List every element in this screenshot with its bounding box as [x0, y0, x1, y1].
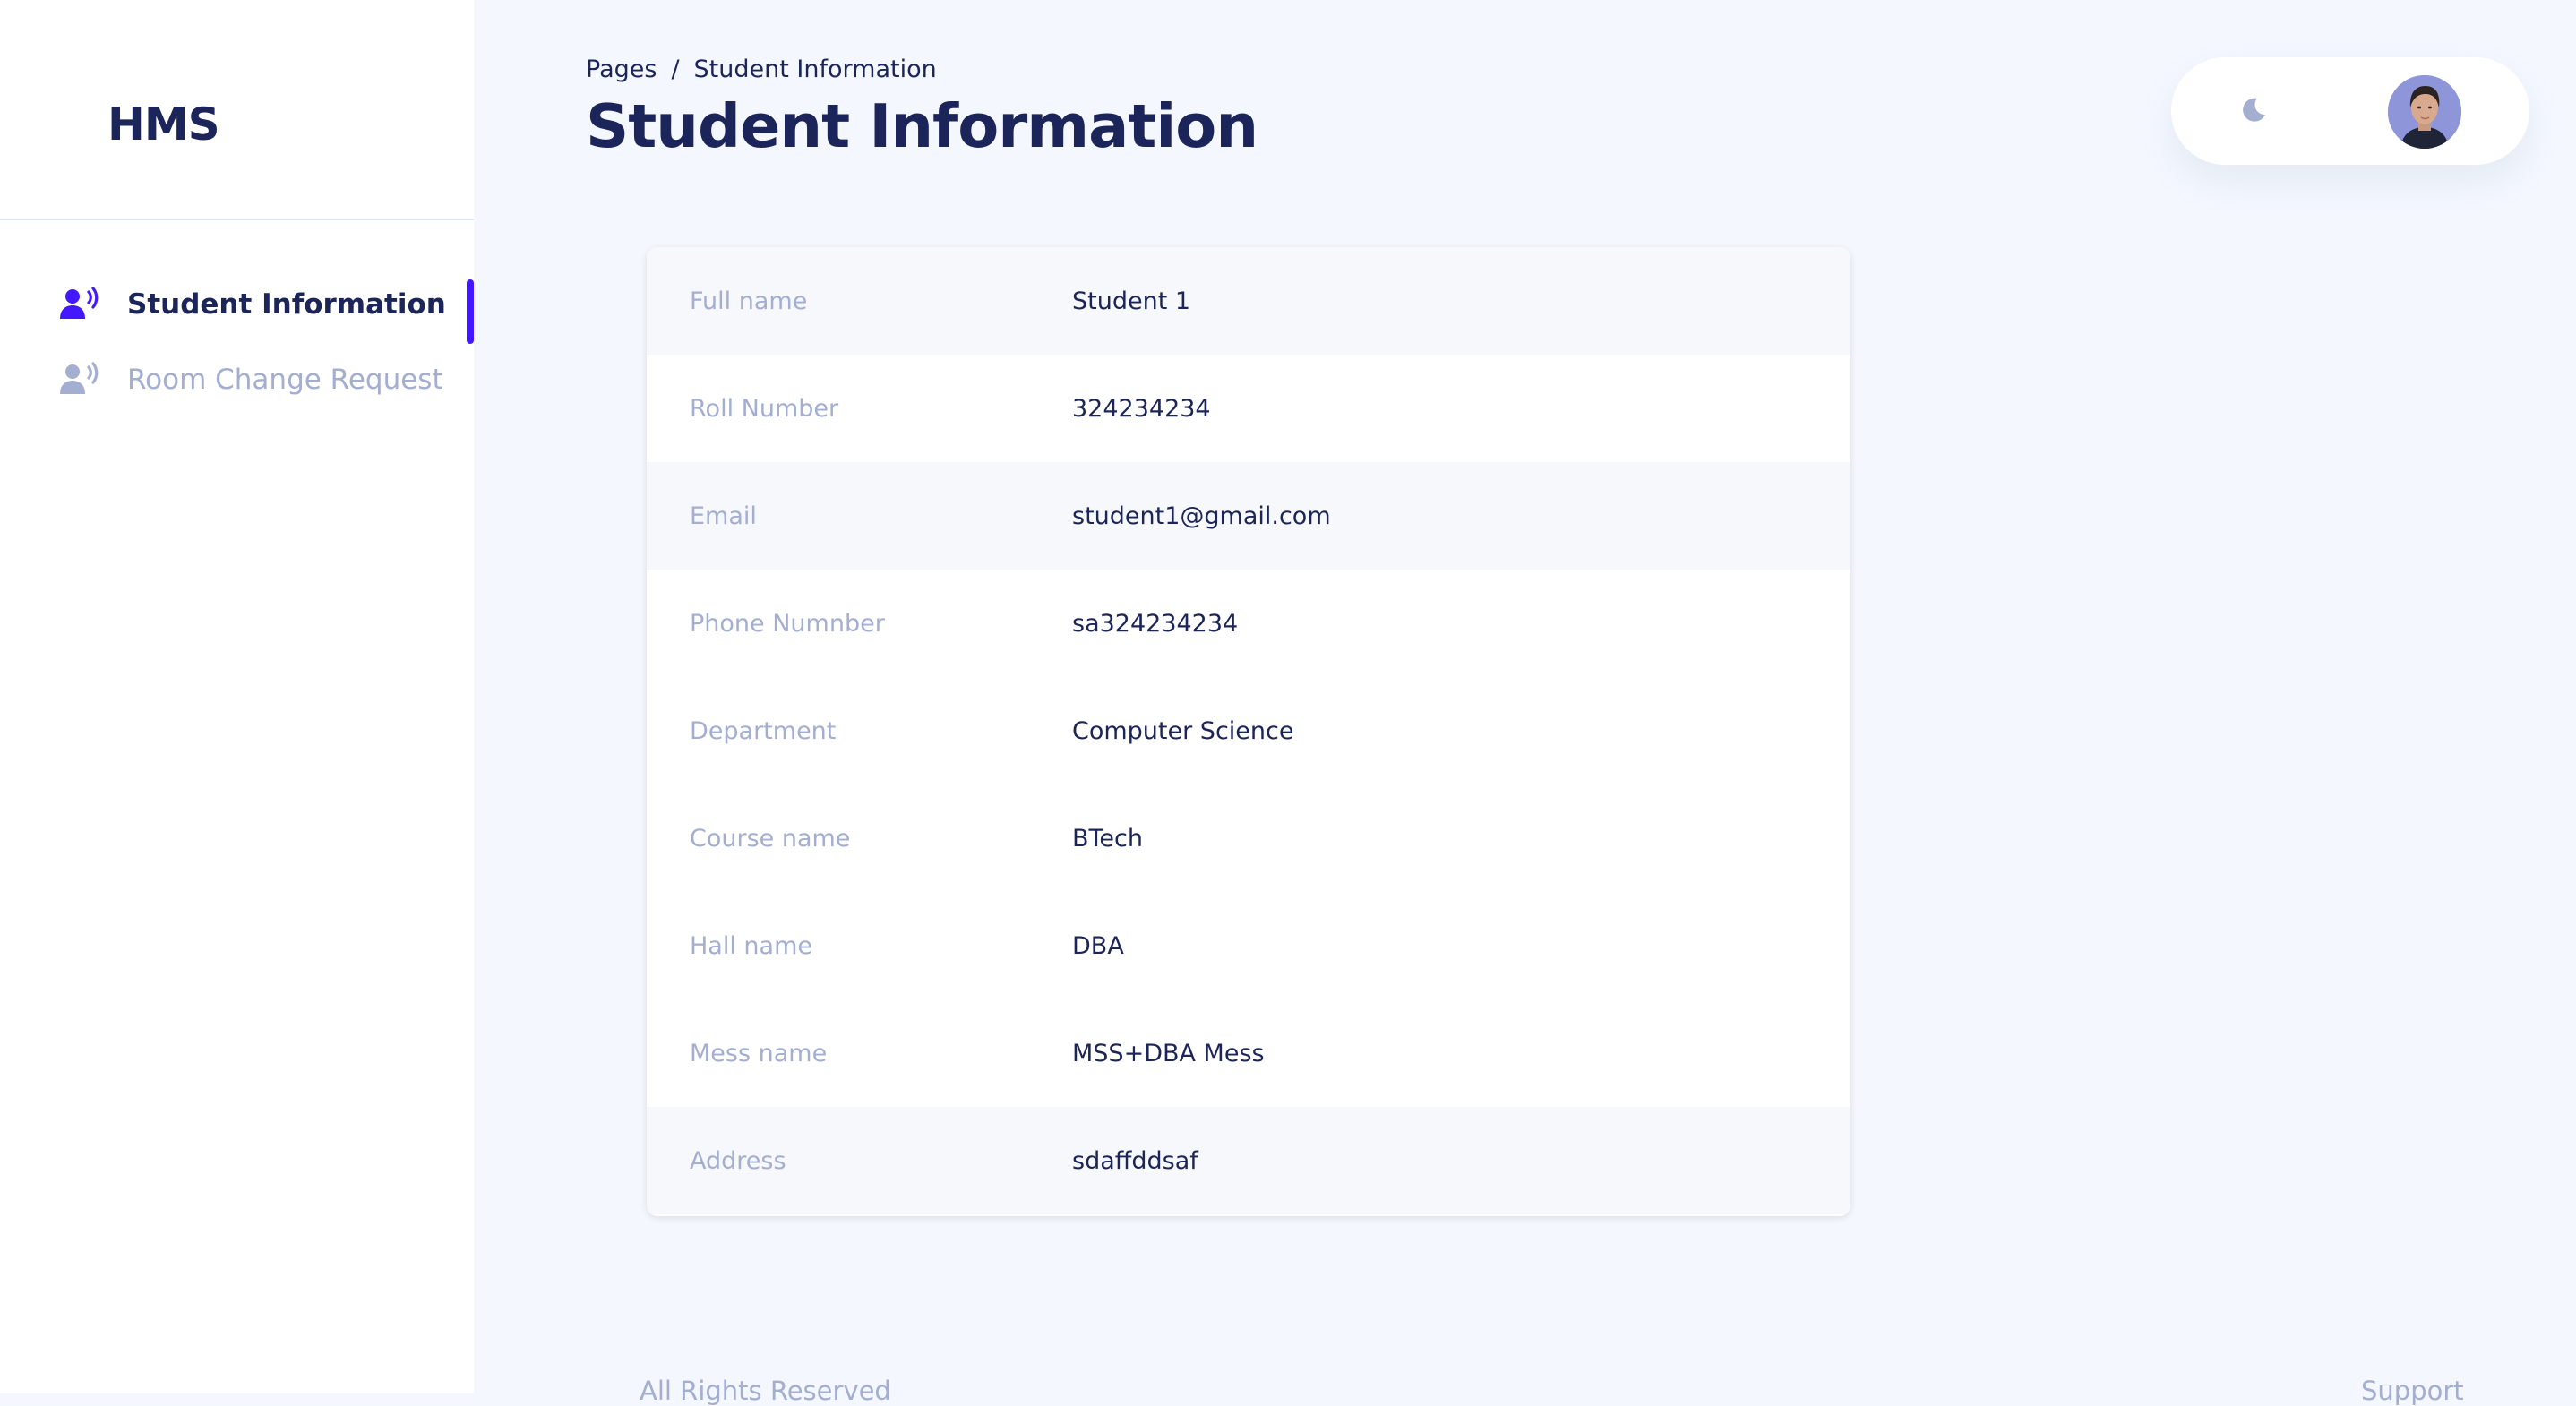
header-actions: [2171, 57, 2529, 165]
breadcrumb-current: Student Information: [693, 56, 937, 83]
active-nav-indicator: [467, 279, 474, 344]
info-value: DBA: [1072, 931, 1124, 960]
info-label: Phone Numnber: [690, 609, 885, 638]
sidebar-item-label: Student Information: [127, 288, 446, 321]
info-value: Student 1: [1072, 287, 1191, 315]
info-label: Email: [690, 502, 757, 530]
info-value: 324234234: [1072, 394, 1211, 423]
theme-toggle-button[interactable]: [2234, 91, 2273, 131]
info-value: BTech: [1072, 824, 1143, 853]
info-row-roll-number: Roll Number 324234234: [647, 355, 1850, 462]
info-row-course-name: Course name BTech: [647, 784, 1850, 892]
user-avatar-icon: [2388, 75, 2461, 149]
info-value: student1@gmail.com: [1072, 502, 1331, 530]
info-row-hall-name: Hall name DBA: [647, 892, 1850, 999]
info-label: Full name: [690, 287, 808, 315]
sidebar-item-room-change-request[interactable]: Room Change Request: [57, 353, 443, 407]
sidebar-item-label: Room Change Request: [127, 364, 443, 396]
user-voice-icon: [57, 357, 102, 402]
info-row-department: Department Computer Science: [647, 677, 1850, 784]
sidebar: HMS Student Information Room Change Requ…: [0, 0, 474, 1393]
info-row-phone-number: Phone Numnber sa324234234: [647, 570, 1850, 677]
info-value: MSS+DBA Mess: [1072, 1039, 1265, 1067]
breadcrumb-separator: /: [671, 56, 680, 83]
info-row-mess-name: Mess name MSS+DBA Mess: [647, 999, 1850, 1107]
info-row-address: Address sdaffddsaf: [647, 1107, 1850, 1214]
info-value: sa324234234: [1072, 609, 1239, 638]
sidebar-item-student-information[interactable]: Student Information: [57, 278, 446, 331]
moon-icon: [2239, 95, 2268, 127]
info-value: Computer Science: [1072, 716, 1294, 745]
student-info-card: Full name Student 1 Roll Number 32423423…: [647, 247, 1850, 1216]
info-label: Hall name: [690, 931, 813, 960]
info-label: Address: [690, 1146, 786, 1175]
info-label: Department: [690, 716, 837, 745]
brand-logo: HMS: [107, 99, 220, 150]
footer-copyright: All Rights Reserved: [640, 1376, 891, 1406]
footer-support-link[interactable]: Support: [2361, 1376, 2464, 1406]
page-title: Student Information: [586, 91, 1258, 161]
sidebar-divider: [0, 219, 474, 220]
user-voice-icon: [57, 282, 102, 327]
info-label: Course name: [690, 824, 851, 853]
info-label: Mess name: [690, 1039, 828, 1067]
info-row-full-name: Full name Student 1: [647, 247, 1850, 355]
avatar[interactable]: [2388, 75, 2461, 149]
info-row-email: Email student1@gmail.com: [647, 462, 1850, 570]
info-value: sdaffddsaf: [1072, 1146, 1198, 1175]
breadcrumb: Pages / Student Information: [586, 56, 937, 83]
breadcrumb-pages-link[interactable]: Pages: [586, 56, 657, 83]
info-label: Roll Number: [690, 394, 839, 423]
